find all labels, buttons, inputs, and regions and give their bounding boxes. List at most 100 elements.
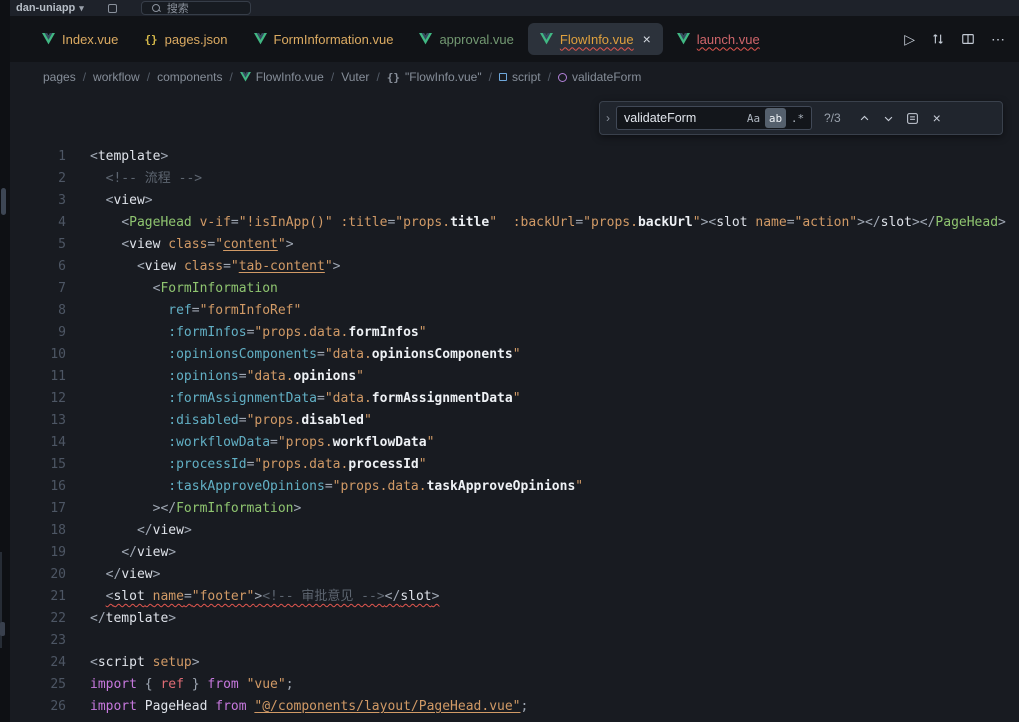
line-number: 8 [28, 300, 66, 322]
activity-indicator [1, 188, 6, 215]
match-case-button[interactable]: Aa [743, 108, 764, 128]
line-number: 26 [28, 696, 66, 718]
breadcrumb: pages / workflow / components / FlowInfo… [10, 62, 1019, 92]
breadcrumb-item-components[interactable]: components [157, 70, 222, 84]
line-number: 7 [28, 278, 66, 300]
code-line[interactable]: 26import PageHead from "@/components/lay… [10, 696, 1019, 718]
editor-actions: ▷ ⋯ [904, 32, 1019, 46]
regex-button[interactable]: .* [787, 108, 808, 128]
code-line[interactable]: 18 </view> [10, 520, 1019, 542]
code-text: :disabled="props.disabled" [90, 410, 372, 432]
breadcrumb-item-script[interactable]: script [499, 70, 541, 84]
line-number: 5 [28, 234, 66, 256]
code-line[interactable]: 22</template> [10, 608, 1019, 630]
line-number: 20 [28, 564, 66, 586]
code-text: </view> [90, 564, 160, 586]
code-text: :workflowData="props.workflowData" [90, 432, 434, 454]
find-in-selection-button[interactable] [903, 108, 923, 128]
code-line[interactable]: 20 </view> [10, 564, 1019, 586]
global-search-box[interactable]: 搜索 [141, 1, 251, 15]
title-bar: dan-uniapp ▾ 搜索 [10, 0, 1019, 16]
breadcrumb-item-workflow[interactable]: workflow [93, 70, 140, 84]
project-name: dan-uniapp [16, 2, 75, 14]
line-number: 3 [28, 190, 66, 212]
run-file-icon[interactable]: ▷ [904, 32, 915, 46]
code-line[interactable]: 17 ></FormInformation> [10, 498, 1019, 520]
breadcrumb-item-vuter[interactable]: Vuter [341, 70, 369, 84]
split-editor-icon[interactable] [961, 32, 975, 46]
tab-forminformation-vue[interactable]: FormInformation.vue × [242, 23, 406, 55]
layout-icon[interactable] [108, 4, 117, 13]
vue-icon [240, 72, 251, 82]
breadcrumb-item-flowinfo-string[interactable]: {} "FlowInfo.vue" [387, 70, 482, 84]
code-line[interactable]: 10 :opinionsComponents="data.opinionsCom… [10, 344, 1019, 366]
code-text: :taskApproveOpinions="props.data.taskApp… [90, 476, 583, 498]
code-line[interactable]: 3 <view> [10, 190, 1019, 212]
code-line[interactable]: 9 :formInfos="props.data.formInfos" [10, 322, 1019, 344]
code-line[interactable]: 4 <PageHead v-if="!isInApp()" :title="pr… [10, 212, 1019, 234]
find-results-count: ?/3 [824, 111, 841, 125]
project-menu[interactable]: dan-uniapp ▾ [16, 2, 84, 14]
braces-icon: {} [144, 33, 157, 46]
breadcrumb-separator: / [83, 70, 86, 84]
code-text: :processId="props.data.processId" [90, 454, 427, 476]
code-line[interactable]: 2 <!-- 流程 --> [10, 168, 1019, 190]
whole-word-button[interactable]: ab [765, 108, 786, 128]
line-number: 24 [28, 652, 66, 674]
line-number: 25 [28, 674, 66, 696]
code-line[interactable]: 12 :formAssignmentData="data.formAssignm… [10, 388, 1019, 410]
code-lines[interactable]: 1 <template>2 <!-- 流程 -->3 <view>4 <PageH… [10, 92, 1019, 718]
line-number: 19 [28, 542, 66, 564]
code-line[interactable]: 13 :disabled="props.disabled" [10, 410, 1019, 432]
code-line[interactable]: 23 [10, 630, 1019, 652]
line-number: 13 [28, 410, 66, 432]
line-number: 12 [28, 388, 66, 410]
tab-label: approval.vue [439, 32, 513, 47]
breadcrumb-item-pages[interactable]: pages [43, 70, 76, 84]
tab-index-vue[interactable]: Index.vue × [30, 23, 130, 55]
code-line[interactable]: 19 </view> [10, 542, 1019, 564]
code-line[interactable]: 24 <script setup> [10, 652, 1019, 674]
more-actions-icon[interactable]: ⋯ [991, 32, 1005, 46]
code-line[interactable]: 5 <view class="content"> [10, 234, 1019, 256]
code-text: <template> [90, 146, 168, 168]
line-number: 1 [28, 146, 66, 168]
code-line[interactable]: 16 :taskApproveOpinions="props.data.task… [10, 476, 1019, 498]
next-match-button[interactable] [879, 108, 899, 128]
vue-icon [42, 33, 55, 45]
code-line[interactable]: 7 <FormInformation [10, 278, 1019, 300]
tab-pages-json[interactable]: {} pages.json × [132, 23, 239, 55]
line-number: 22 [28, 608, 66, 630]
code-text: <view class="content"> [90, 234, 294, 256]
code-line[interactable]: 1 <template> [10, 146, 1019, 168]
vscode-window: dan-uniapp ▾ 搜索 Index.vue × {} pages.jso… [0, 0, 1019, 722]
tab-launch-vue[interactable]: launch.vue × [665, 23, 772, 55]
code-text: <slot name="footer"><!-- 审批意见 --></slot> [90, 586, 439, 608]
code-line[interactable]: 14 :workflowData="props.workflowData" [10, 432, 1019, 454]
compare-changes-icon[interactable] [931, 32, 945, 46]
close-find-icon[interactable]: × [927, 108, 947, 128]
tab-label: Index.vue [62, 32, 118, 47]
code-line[interactable]: 25 import { ref } from "vue"; [10, 674, 1019, 696]
code-text: <script setup> [90, 652, 200, 674]
find-query-text[interactable]: validateForm [624, 111, 742, 125]
code-line[interactable]: 21 <slot name="footer"><!-- 审批意见 --></sl… [10, 586, 1019, 608]
tab-flowinfo-vue[interactable]: FlowInfo.vue × [528, 23, 663, 55]
editor-pane[interactable]: › validateForm Aa ab .* ?/3 × [10, 92, 1019, 722]
tab-approval-vue[interactable]: approval.vue × [407, 23, 525, 55]
code-text: <PageHead v-if="!isInApp()" :title="prop… [90, 212, 1006, 234]
code-line[interactable]: 6 <view class="tab-content"> [10, 256, 1019, 278]
breadcrumb-separator: / [376, 70, 379, 84]
code-text: :opinionsComponents="data.opinionsCompon… [90, 344, 521, 366]
toggle-replace-icon[interactable]: › [600, 102, 616, 134]
find-input[interactable]: validateForm Aa ab .* [616, 106, 812, 130]
tab-label: FlowInfo.vue [560, 32, 634, 47]
previous-match-button[interactable] [855, 108, 875, 128]
breadcrumb-item-flowinfo[interactable]: FlowInfo.vue [240, 70, 324, 84]
breadcrumb-item-validateform[interactable]: validateForm [558, 70, 641, 84]
code-line[interactable]: 8 ref="formInfoRef" [10, 300, 1019, 322]
close-icon[interactable]: × [643, 32, 651, 46]
code-line[interactable]: 11 :opinions="data.opinions" [10, 366, 1019, 388]
code-line[interactable]: 15 :processId="props.data.processId" [10, 454, 1019, 476]
code-text: import { ref } from "vue"; [90, 674, 294, 696]
